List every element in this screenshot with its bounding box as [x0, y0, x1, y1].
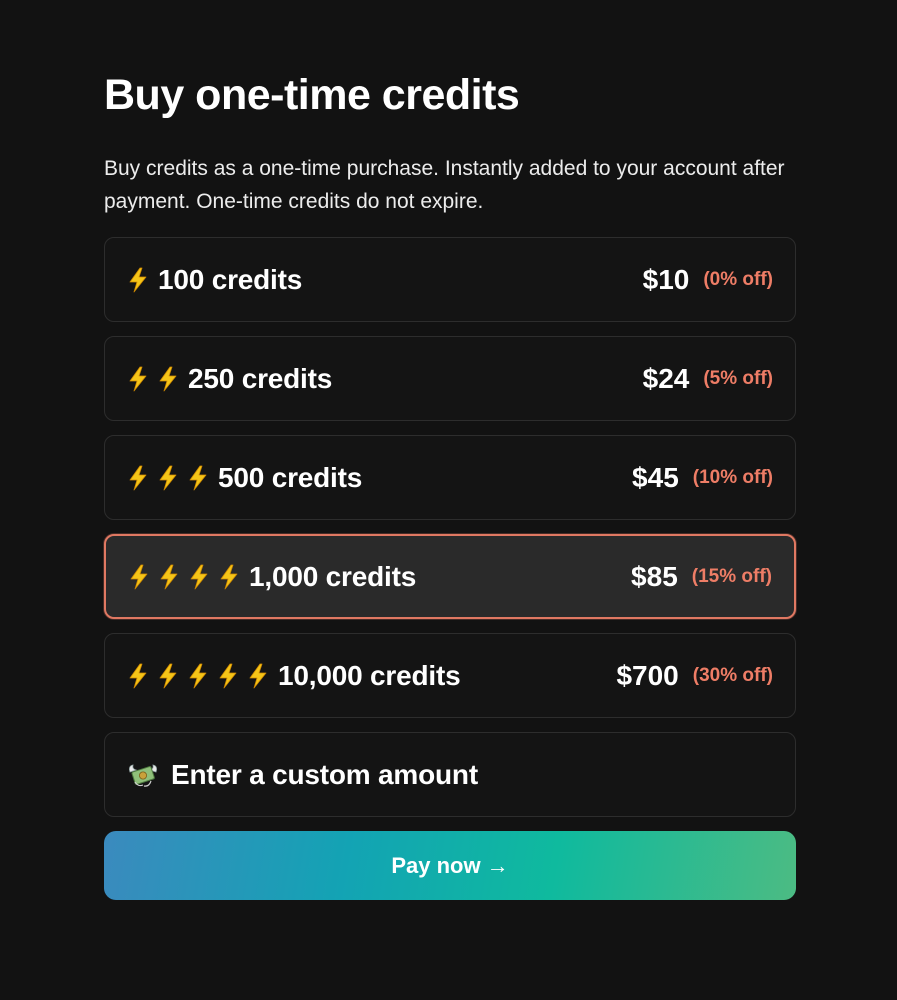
credit-amount-label: 10,000 credits: [278, 659, 461, 691]
lightning-icon: [130, 564, 148, 589]
lightning-icons: [127, 267, 149, 293]
page-title: Buy one-time credits: [104, 71, 520, 119]
lightning-icons: [127, 465, 209, 491]
credit-amount-label: 1,000 credits: [249, 560, 417, 592]
credit-amount-label: 250 credits: [188, 362, 333, 394]
page-description: Buy credits as a one-time purchase. Inst…: [104, 157, 785, 213]
custom-amount-option[interactable]: Enter a custom amount: [104, 732, 796, 817]
lightning-icon: [160, 564, 178, 589]
lightning-icon: [190, 564, 208, 589]
lightning-icon: [129, 267, 147, 292]
lightning-icon: [189, 465, 207, 490]
discount-badge: (10% off): [692, 466, 773, 488]
credit-price: $24: [642, 362, 690, 394]
credit-option-1000[interactable]: 1,000 credits $85 (15% off): [104, 534, 796, 619]
lightning-icon: [129, 663, 147, 688]
lightning-icons: [127, 366, 179, 392]
lightning-icon: [189, 663, 207, 688]
lightning-icon: [129, 465, 147, 490]
discount-badge: (30% off): [692, 664, 773, 686]
lightning-icon: [159, 663, 177, 688]
lightning-icons: [127, 663, 269, 689]
credit-option-10000[interactable]: 10,000 credits $700 (30% off): [104, 633, 796, 718]
credit-price: $10: [642, 263, 690, 295]
lightning-icon: [219, 663, 237, 688]
lightning-icon: [220, 564, 238, 589]
lightning-icon: [129, 366, 147, 391]
lightning-icon: [249, 663, 267, 688]
discount-badge: (15% off): [691, 565, 772, 587]
credit-price: $700: [616, 659, 679, 691]
credit-amount-label: 100 credits: [158, 263, 303, 295]
credit-options-list: 100 credits $10 (0% off) 250 credits $24…: [104, 237, 796, 817]
custom-amount-label: Enter a custom amount: [171, 758, 478, 790]
credit-option-100[interactable]: 100 credits $10 (0% off): [104, 237, 796, 322]
credit-price: $45: [632, 461, 679, 493]
discount-badge: (0% off): [703, 268, 773, 290]
pay-now-button[interactable]: Pay now →: [104, 831, 796, 900]
credit-price: $85: [631, 560, 678, 592]
lightning-icon: [159, 366, 177, 391]
money-with-wings-icon: [129, 763, 157, 787]
lightning-icon: [159, 465, 177, 490]
lightning-icons: [128, 564, 240, 590]
credits-panel: Buy one-time credits Buy credits as a on…: [104, 66, 796, 900]
discount-badge: (5% off): [703, 367, 773, 389]
credit-amount-label: 500 credits: [218, 461, 363, 493]
credit-option-250[interactable]: 250 credits $24 (5% off): [104, 336, 796, 421]
credit-option-500[interactable]: 500 credits $45 (10% off): [104, 435, 796, 520]
